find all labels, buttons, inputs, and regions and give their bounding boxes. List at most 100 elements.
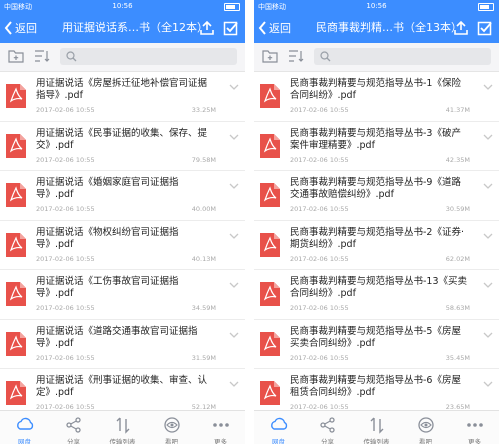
tab-transfer[interactable]: 传输列表 [352, 411, 401, 444]
eye-icon [417, 417, 434, 433]
file-date: 2017-02-06 10:55 [36, 106, 95, 114]
back-label: 返回 [15, 22, 37, 35]
chevron-down-icon[interactable] [483, 233, 493, 240]
nav-bar: 返回 民商事裁判精…书（全13本） [254, 13, 499, 43]
file-meta: 2017-02-06 10:55 79.58M [36, 156, 216, 164]
pdf-file-icon [260, 282, 280, 306]
chevron-down-icon[interactable] [229, 381, 239, 388]
tab-label: 看吧 [165, 438, 178, 444]
file-row[interactable]: 用证据说话《物权纠纷官司证据指导》.pdf 2017-02-06 10:55 4… [0, 221, 245, 270]
screen-divider [245, 0, 254, 444]
new-folder-icon[interactable] [262, 49, 278, 63]
tab-label: 网盘 [18, 438, 31, 444]
tab-label: 网盘 [272, 438, 285, 444]
chevron-down-icon[interactable] [229, 233, 239, 240]
tab-bar: 网盘 分享 传输列表 看吧 更多 [0, 410, 245, 444]
file-meta: 2017-02-06 10:55 40.00M [36, 205, 216, 213]
file-row[interactable]: 用证据说话《道路交通事故官司证据指导》.pdf 2017-02-06 10:55… [0, 320, 245, 369]
chevron-down-icon[interactable] [229, 332, 239, 339]
file-size: 58.63M [445, 304, 470, 312]
sort-icon[interactable] [34, 49, 50, 63]
chevron-left-icon [4, 21, 12, 35]
search-input[interactable] [314, 48, 491, 65]
file-name: 民商事裁判精要与规范指导丛书-9《道路交通事故赔偿纠纷》.pdf [290, 177, 461, 200]
back-button[interactable]: 返回 [4, 13, 37, 43]
file-list: 民商事裁判精要与规范指导丛书-1《保险合同纠纷》.pdf 2017-02-06 … [254, 72, 499, 419]
tab-label: 更多 [468, 438, 481, 444]
battery-icon [224, 3, 240, 11]
tab-share[interactable]: 分享 [303, 411, 352, 444]
file-meta: 2017-02-06 10:55 34.59M [36, 304, 216, 312]
share-icon [319, 417, 335, 433]
chevron-down-icon[interactable] [229, 134, 239, 141]
file-toolbar [254, 43, 499, 72]
chevron-down-icon[interactable] [229, 183, 239, 190]
file-name: 用证据说话《婚姻家庭官司证据指导》.pdf [36, 177, 179, 200]
file-row[interactable]: 用证据说话《工伤事故官司证据指导》.pdf 2017-02-06 10:55 3… [0, 270, 245, 320]
file-name: 用证据说话《工伤事故官司证据指导》.pdf [36, 276, 179, 299]
search-input[interactable] [60, 48, 237, 65]
pdf-file-icon [260, 133, 280, 158]
file-meta: 2017-02-06 10:55 58.63M [290, 304, 470, 312]
tab-more[interactable]: 更多 [196, 411, 245, 444]
tab-eye[interactable]: 看吧 [401, 411, 450, 444]
tab-label: 分享 [321, 438, 334, 444]
tab-label: 传输列表 [363, 438, 390, 444]
file-row[interactable]: 用证据说话《房屋拆迁征地补偿官司证据指导》.pdf 2017-02-06 10:… [0, 72, 245, 122]
file-date: 2017-02-06 10:55 [290, 304, 349, 312]
file-size: 30.59M [445, 205, 470, 213]
battery-icon [478, 3, 494, 11]
sort-icon[interactable] [288, 49, 304, 63]
file-name: 民商事裁判精要与规范指导丛书-1《保险合同纠纷》.pdf [290, 78, 461, 101]
file-row[interactable]: 民商事裁判精要与规范指导丛书-2《证券·期货纠纷》.pdf 2017-02-06… [254, 221, 499, 270]
file-row[interactable]: 民商事裁判精要与规范指导丛书-3《破产案件审理精要》.pdf 2017-02-0… [254, 122, 499, 171]
pdf-file-icon [260, 232, 280, 257]
select-icon[interactable] [223, 20, 239, 36]
chevron-down-icon[interactable] [229, 84, 239, 91]
tab-cloud[interactable]: 网盘 [0, 411, 49, 444]
file-meta: 2017-02-06 10:55 33.25M [36, 106, 216, 114]
file-date: 2017-02-06 10:55 [36, 353, 95, 362]
back-label: 返回 [269, 22, 291, 35]
file-date: 2017-02-06 10:55 [36, 205, 95, 213]
tab-more[interactable]: 更多 [450, 411, 499, 444]
file-name: 民商事裁判精要与规范指导丛书-2《证券·期货纠纷》.pdf [290, 226, 464, 250]
chevron-down-icon[interactable] [483, 282, 493, 289]
status-bar: 中国移动 10:56 [254, 0, 499, 13]
tab-transfer[interactable]: 传输列表 [98, 411, 147, 444]
tab-label: 分享 [67, 438, 80, 444]
file-row[interactable]: 民商事裁判精要与规范指导丛书-1《保险合同纠纷》.pdf 2017-02-06 … [254, 72, 499, 122]
more-icon [212, 423, 229, 427]
new-folder-icon[interactable] [8, 49, 24, 63]
chevron-down-icon[interactable] [483, 183, 493, 190]
file-row[interactable]: 用证据说话《婚姻家庭官司证据指导》.pdf 2017-02-06 10:55 4… [0, 171, 245, 221]
select-icon[interactable] [477, 20, 493, 36]
file-name: 用证据说话《道路交通事故官司证据指导》.pdf [36, 325, 198, 349]
file-date: 2017-02-06 10:55 [290, 155, 349, 164]
tab-eye[interactable]: 看吧 [147, 411, 196, 444]
tab-label: 更多 [214, 438, 227, 444]
tab-share[interactable]: 分享 [49, 411, 98, 444]
pdf-file-icon [260, 381, 280, 405]
chevron-down-icon[interactable] [483, 381, 493, 388]
file-row[interactable]: 民商事裁判精要与规范指导丛书-13《买卖合同纠纷》.pdf 2017-02-06… [254, 270, 499, 320]
file-meta: 2017-02-06 10:55 30.59M [290, 205, 470, 213]
chevron-down-icon[interactable] [483, 332, 493, 339]
file-meta: 2017-02-06 10:55 35.45M [290, 354, 470, 362]
file-date: 2017-02-06 10:55 [290, 353, 349, 362]
file-row[interactable]: 民商事裁判精要与规范指导丛书-5《房屋买卖合同纠纷》.pdf 2017-02-0… [254, 320, 499, 369]
back-button[interactable]: 返回 [258, 13, 291, 43]
tab-cloud[interactable]: 网盘 [254, 411, 303, 444]
upload-icon[interactable] [199, 20, 215, 36]
file-row[interactable]: 民商事裁判精要与规范指导丛书-9《道路交通事故赔偿纠纷》.pdf 2017-02… [254, 171, 499, 221]
pdf-file-icon [6, 183, 26, 207]
file-name: 用证据说话《刑事证据的收集、审查、认定》.pdf [36, 375, 208, 398]
upload-icon[interactable] [453, 20, 469, 36]
file-size: 40.13M [191, 254, 216, 263]
file-row[interactable]: 用证据说话《民事证据的收集、保存、提交》.pdf 2017-02-06 10:5… [0, 122, 245, 171]
file-list: 用证据说话《房屋拆迁征地补偿官司证据指导》.pdf 2017-02-06 10:… [0, 72, 245, 419]
chevron-down-icon[interactable] [483, 134, 493, 141]
chevron-down-icon[interactable] [229, 282, 239, 289]
chevron-down-icon[interactable] [483, 84, 493, 91]
pdf-file-icon [260, 331, 280, 356]
